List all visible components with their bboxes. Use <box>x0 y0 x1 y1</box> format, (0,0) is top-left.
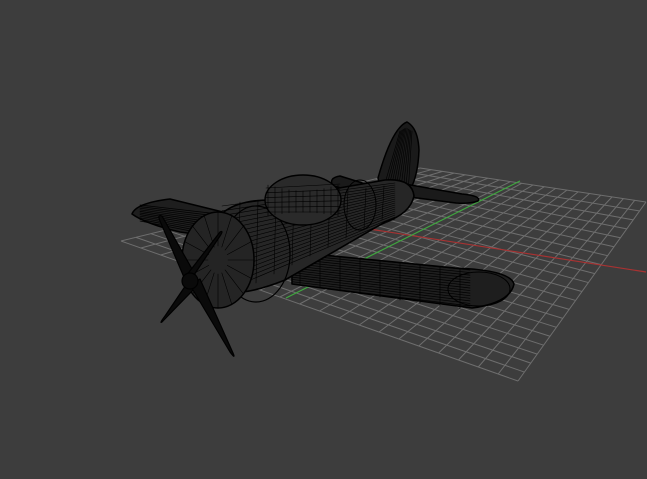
cockpit-canopy <box>264 174 342 226</box>
viewport-canvas[interactable] <box>0 0 647 479</box>
engine-cowling <box>181 211 255 309</box>
airplane-wireframe-model[interactable] <box>131 121 515 357</box>
3d-viewport[interactable] <box>0 0 647 479</box>
propeller-spinner <box>181 272 199 290</box>
